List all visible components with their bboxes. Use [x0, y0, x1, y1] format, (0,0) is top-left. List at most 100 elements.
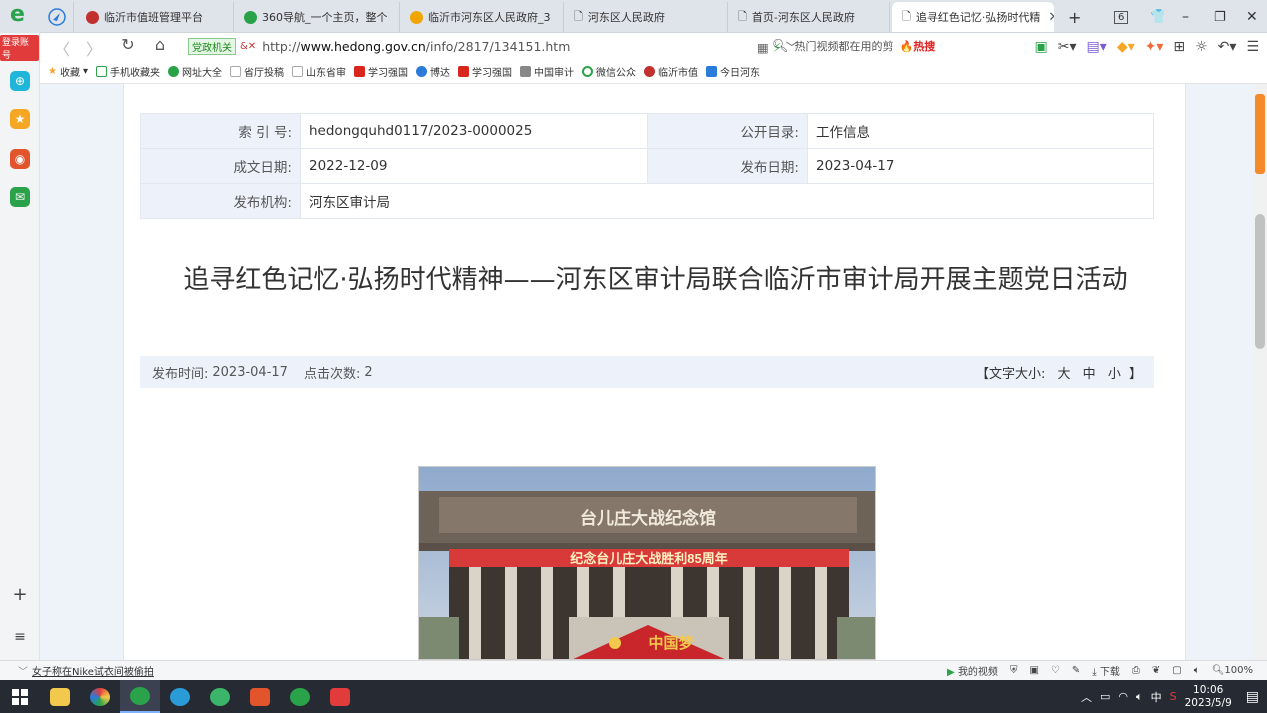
volume-icon[interactable]: 🔈︎	[1136, 690, 1143, 704]
office-app-icon[interactable]	[240, 680, 280, 713]
bookmarks-bar: ★ 收藏 ▾ 手机收藏夹 网址大全 省厅投稿 山东省审 学习强国 博达 学习强国 …	[40, 60, 1267, 84]
publish-time-value: 2023-04-17	[212, 364, 288, 380]
login-tag[interactable]: 登录账号	[0, 35, 39, 61]
bookmark-boda[interactable]: 博达	[416, 64, 450, 79]
bookmark-xuexi-2[interactable]: 学习强国	[458, 64, 512, 79]
browser-logo[interactable]: e	[0, 0, 40, 33]
bookmark-site-list[interactable]: 网址大全	[168, 64, 222, 79]
bookmark-china-audit[interactable]: 中国审计	[520, 64, 574, 79]
window-icon[interactable]: ▢	[1172, 665, 1181, 676]
minimize-icon[interactable]: –	[1172, 2, 1196, 32]
tab-hedong-home[interactable]: 🗋 首页-河东区人民政府	[728, 2, 890, 32]
tab-duty-platform[interactable]: 临沂市值班管理平台	[76, 2, 234, 32]
new-tab-button[interactable]: +	[1058, 2, 1082, 32]
undo-icon[interactable]: ↶▾	[1218, 39, 1237, 55]
tab-label: 临沂市河东区人民政府_3	[428, 11, 551, 24]
security-app-icon[interactable]	[160, 680, 200, 713]
address-bar[interactable]: 党政机关 &✕ http://www.hedong.gov.cn/info/28…	[188, 35, 798, 57]
apps-icon[interactable]: ⊕	[10, 71, 30, 91]
zoom-control[interactable]: 🔍︎100%	[1212, 665, 1253, 676]
font-size-small[interactable]: 小	[1108, 367, 1121, 382]
tab-360-nav[interactable]: 360导航_一个主页，整个	[234, 2, 400, 32]
browser-alt-icon[interactable]	[200, 680, 240, 713]
scroll-thumb[interactable]	[1255, 214, 1265, 349]
refresh-icon[interactable]: ↻	[114, 35, 142, 54]
restore-icon[interactable]: ❐	[1204, 2, 1228, 32]
table-row: 索 引 号: hedongquhd0117/2023-0000025 公开目录:…	[140, 113, 1154, 149]
mail-icon[interactable]: ✉	[10, 187, 30, 207]
font-size-medium[interactable]: 中	[1083, 367, 1096, 382]
navigation-icon[interactable]	[48, 2, 74, 32]
bookmark-province-submit[interactable]: 省厅投稿	[230, 64, 284, 79]
sogou-icon[interactable]: S	[1170, 690, 1177, 703]
page-icon	[230, 66, 241, 77]
favorites-icon[interactable]: ★	[10, 109, 30, 129]
my-video-button[interactable]: ▶ 我的视频	[947, 663, 998, 678]
star-icon: ★	[48, 66, 57, 77]
browser-taskbar-icon[interactable]	[120, 680, 160, 713]
print-icon[interactable]: ⎙	[1132, 665, 1140, 676]
shirt-icon[interactable]: 👕	[1140, 2, 1164, 32]
forward-icon[interactable]: 〉	[80, 36, 108, 60]
heart-icon[interactable]: ♡	[1051, 665, 1060, 676]
wechat-taskbar-icon[interactable]	[280, 680, 320, 713]
bookmark-xuexi-1[interactable]: 学习强国	[354, 64, 408, 79]
game-icon[interactable]: ✦▾	[1145, 39, 1164, 55]
theme-icon[interactable]: ☼	[1195, 39, 1208, 55]
shield-icon[interactable]: ⛨	[1010, 665, 1018, 676]
bookmark-favorites[interactable]: ★ 收藏 ▾	[48, 64, 88, 79]
back-icon[interactable]: 〈	[48, 36, 76, 60]
start-button[interactable]	[0, 680, 40, 713]
tab-hedong-gov[interactable]: 🗋 河东区人民政府	[564, 2, 728, 32]
sound-icon[interactable]: 🔈︎	[1194, 665, 1200, 676]
wps-icon[interactable]	[320, 680, 360, 713]
clean-icon[interactable]: ✎	[1072, 665, 1080, 676]
wifi-icon[interactable]: ◠	[1118, 690, 1128, 703]
browser-logo-icon: e	[10, 2, 25, 27]
image-icon[interactable]: ▣	[1029, 665, 1038, 676]
leaf-icon[interactable]: ❦	[1152, 665, 1160, 676]
bookmark-linyi-duty[interactable]: 临沂市值	[644, 64, 698, 79]
color-app-icon[interactable]	[80, 680, 120, 713]
add-icon[interactable]: +	[10, 585, 30, 605]
news-ticker-link[interactable]: 女子称在Nike试衣间被偷拍	[32, 663, 154, 678]
bookmark-wechat[interactable]: 微信公众	[582, 64, 636, 79]
security-icon[interactable]: &✕	[240, 41, 256, 52]
tab-label: 河东区人民政府	[587, 11, 665, 24]
taskbar-clock[interactable]: 10:06 2023/5/9	[1185, 684, 1232, 710]
extension-icon[interactable]: ◆▾	[1117, 39, 1135, 55]
hot-search-label[interactable]: 🔥热搜	[900, 38, 936, 54]
bookmark-shandong-audit[interactable]: 山东省审	[292, 64, 346, 79]
file-explorer-icon[interactable]	[40, 680, 80, 713]
chevron-down-icon[interactable]: ﹀	[18, 663, 28, 678]
tab-active-article[interactable]: 🗋 追寻红色记忆·弘扬时代精 ✕	[892, 2, 1054, 32]
menu-icon[interactable]: ☰	[1246, 39, 1259, 55]
tab-label: 临沂市值班管理平台	[104, 11, 203, 24]
table-row: 发布机构: 河东区审计局	[140, 183, 1154, 219]
news-icon	[706, 66, 717, 77]
tab-count-badge[interactable]: 6	[1104, 2, 1128, 32]
screenshot-icon[interactable]: ✂▾	[1058, 39, 1077, 55]
download-button[interactable]: ⤓ 下载	[1092, 663, 1120, 678]
search-placeholder: 热门视频都在用的剪	[794, 40, 894, 53]
search-box[interactable]: 🔍︎ 热门视频都在用的剪 🔥热搜	[772, 35, 942, 57]
list-icon[interactable]: ≡	[10, 627, 30, 647]
tray-expand-icon[interactable]: ︿	[1081, 689, 1092, 705]
close-tab-icon[interactable]: ✕	[1048, 10, 1054, 25]
weibo-icon[interactable]: ◉	[10, 149, 30, 169]
tab-hedong-gov-3[interactable]: 临沂市河东区人民政府_3	[400, 2, 564, 32]
ime-indicator[interactable]: 中	[1151, 689, 1162, 705]
wechat-icon[interactable]: ▣	[1035, 39, 1048, 55]
url-domain: www.hedong.gov.cn	[300, 38, 426, 54]
bookmark-today-hedong[interactable]: 今日河东	[706, 64, 760, 79]
home-icon[interactable]: ⌂	[146, 35, 174, 54]
translate-icon[interactable]: ▤▾	[1087, 39, 1107, 55]
vertical-scrollbar[interactable]	[1253, 84, 1267, 660]
bookmark-mobile[interactable]: 手机收藏夹	[96, 64, 160, 79]
font-size-large[interactable]: 大	[1058, 367, 1071, 382]
close-window-icon[interactable]: ✕	[1236, 2, 1260, 32]
grid-icon[interactable]: ⊞	[1173, 39, 1185, 55]
battery-icon[interactable]: ▭	[1100, 690, 1110, 703]
windows-logo-icon	[12, 688, 28, 705]
notification-icon[interactable]: ▤	[1246, 689, 1259, 705]
